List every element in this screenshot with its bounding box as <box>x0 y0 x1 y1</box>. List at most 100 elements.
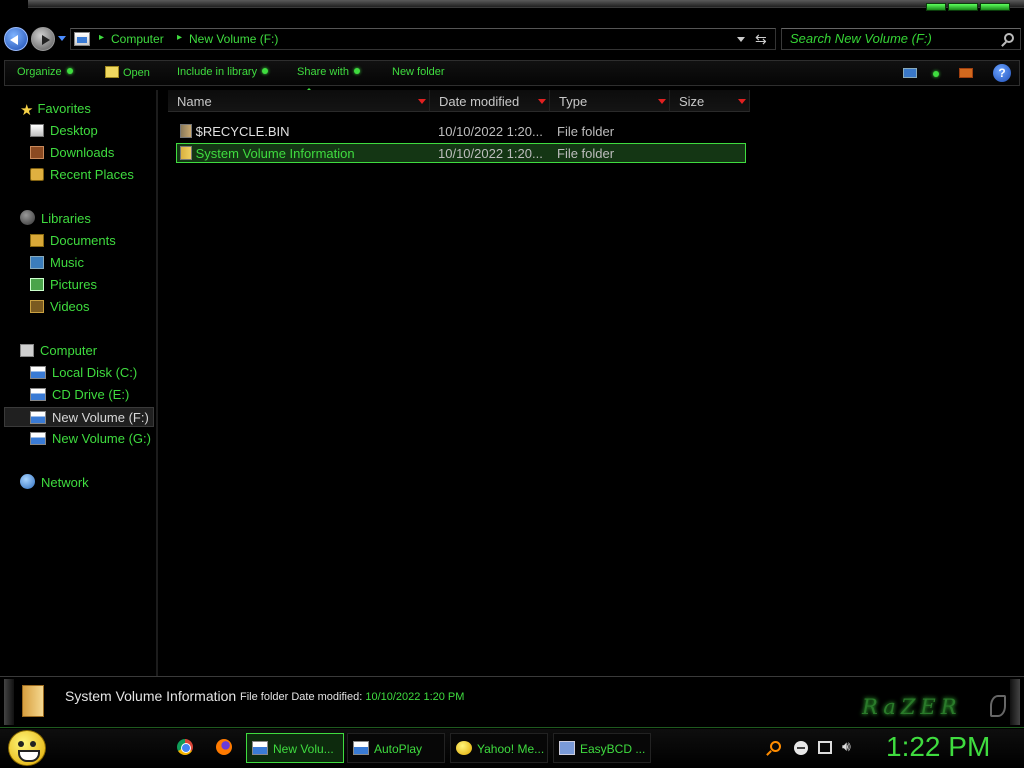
nav-documents-label: Documents <box>50 233 116 248</box>
open-button[interactable]: Open <box>105 66 150 79</box>
address-dropdown-icon[interactable] <box>737 37 745 42</box>
nav-new-volume-g[interactable]: New Volume (G:) <box>30 429 151 449</box>
task-label: Yahoo! Me... <box>477 742 545 756</box>
help-icon[interactable]: ? <box>993 64 1011 82</box>
search-input[interactable] <box>790 31 1000 46</box>
breadcrumb-computer[interactable]: Computer <box>111 32 164 46</box>
task-autoplay[interactable]: AutoPlay <box>347 733 445 763</box>
column-header-date[interactable]: Date modified <box>430 90 550 112</box>
include-in-library-button[interactable]: Include in library <box>177 66 269 78</box>
share-with-button[interactable]: Share with <box>297 66 360 78</box>
view-options-dropdown[interactable] <box>928 69 939 81</box>
videos-icon <box>30 300 44 313</box>
razer-snake-icon <box>990 695 1006 717</box>
refresh-icon[interactable]: ⇆ <box>755 31 767 48</box>
command-bar: Organize Open Include in library Share w… <box>4 60 1020 86</box>
nav-cd-drive-e[interactable]: CD Drive (E:) <box>30 385 129 405</box>
task-label: EasyBCD ... <box>580 742 646 756</box>
task-explorer[interactable]: New Volu... <box>246 733 344 763</box>
nav-downloads[interactable]: Downloads <box>30 143 114 163</box>
maximize-button[interactable] <box>948 3 978 11</box>
back-button[interactable] <box>4 27 28 51</box>
file-name-cell: System Volume Information <box>180 144 355 164</box>
task-easybcd[interactable]: EasyBCD ... <box>553 733 651 763</box>
nav-new-volume-g-label: New Volume (G:) <box>52 431 151 446</box>
column-header-date-label: Date modified <box>439 94 520 109</box>
clock[interactable]: 1:22 PM <box>886 731 990 763</box>
file-name-cell: $RECYCLE.BIN <box>180 122 290 142</box>
navigation-pane[interactable]: ★ Favorites Desktop Downloads Recent Plac… <box>0 90 158 676</box>
forward-button[interactable] <box>31 27 55 51</box>
file-list[interactable]: Name Date modified Type Size $RECYCLE.BI… <box>160 88 1024 676</box>
titlebar-ridge <box>28 0 1024 8</box>
file-type: File folder <box>557 124 615 139</box>
nav-music[interactable]: Music <box>30 253 84 273</box>
chrome-icon[interactable] <box>177 739 193 755</box>
new-folder-button[interactable]: New folder <box>392 66 445 78</box>
network-tray-icon[interactable] <box>818 741 832 754</box>
tray-search-icon[interactable] <box>770 741 781 752</box>
nav-desktop-label: Desktop <box>50 123 98 138</box>
window-titlebar[interactable] <box>0 0 1024 26</box>
drive-icon <box>74 32 90 46</box>
details-pane: System Volume Information File folder Da… <box>0 676 1024 728</box>
preview-pane-icon[interactable] <box>959 68 973 78</box>
nav-computer-label: Computer <box>40 343 98 358</box>
file-row[interactable]: System Volume Information 10/10/2022 1:2… <box>176 143 746 163</box>
breadcrumb-current[interactable]: New Volume (F:) <box>189 32 278 46</box>
nav-pictures[interactable]: Pictures <box>30 275 97 295</box>
nav-downloads-label: Downloads <box>50 145 115 160</box>
column-filter-icon[interactable] <box>658 99 666 104</box>
nav-computer[interactable]: Computer <box>20 341 97 361</box>
nav-favorites[interactable]: ★ Favorites <box>20 99 91 119</box>
nav-libraries[interactable]: Libraries <box>20 209 91 229</box>
nav-network[interactable]: Network <box>20 473 89 493</box>
column-filter-icon[interactable] <box>738 99 746 104</box>
open-folder-icon <box>105 66 119 78</box>
music-icon <box>30 256 44 269</box>
start-button[interactable] <box>8 730 46 766</box>
change-view-icon[interactable] <box>903 68 917 78</box>
column-filter-icon[interactable] <box>418 99 426 104</box>
search-icon[interactable] <box>1004 33 1014 43</box>
column-headers: Name Date modified Type Size <box>168 88 768 112</box>
file-row[interactable]: $RECYCLE.BIN 10/10/2022 1:20... File fol… <box>176 122 746 142</box>
easybcd-icon <box>559 741 575 755</box>
nav-recent-places[interactable]: Recent Places <box>30 165 134 185</box>
drive-icon <box>30 432 46 445</box>
nav-videos[interactable]: Videos <box>30 297 90 317</box>
nav-desktop[interactable]: Desktop <box>30 121 98 141</box>
breadcrumb-separator[interactable]: ▸ <box>177 32 182 43</box>
column-filter-icon[interactable] <box>538 99 546 104</box>
nav-cd-drive-e-label: CD Drive (E:) <box>52 387 130 402</box>
drive-icon <box>30 366 46 379</box>
details-date: 10/10/2022 1:20 PM <box>365 691 465 703</box>
address-row: ▸ Computer ▸ New Volume (F:) ⇆ <box>0 26 1024 54</box>
task-yahoo-messenger[interactable]: Yahoo! Me... <box>450 733 548 763</box>
tray-status-icon[interactable] <box>794 741 808 755</box>
breadcrumb-separator[interactable]: ▸ <box>99 32 104 43</box>
details-meta: File folder Date modified: 10/10/2022 1:… <box>240 691 464 703</box>
nav-documents[interactable]: Documents <box>30 231 116 251</box>
column-header-size[interactable]: Size <box>670 90 750 112</box>
nav-libraries-label: Libraries <box>41 211 91 226</box>
nav-music-label: Music <box>50 255 84 270</box>
dropdown-dot-icon <box>262 68 269 74</box>
computer-icon <box>20 344 34 357</box>
search-box[interactable] <box>781 28 1021 50</box>
pictures-icon <box>30 278 44 291</box>
desktop-icon <box>30 124 44 137</box>
nav-local-disk-c[interactable]: Local Disk (C:) <box>30 363 137 383</box>
close-button[interactable] <box>980 3 1010 11</box>
volume-icon[interactable]: 🔊︎ <box>842 738 851 755</box>
recent-pages-dropdown-icon[interactable] <box>58 36 66 41</box>
column-header-name[interactable]: Name <box>168 90 430 112</box>
firefox-icon[interactable] <box>216 739 232 755</box>
nav-new-volume-f[interactable]: New Volume (F:) <box>4 407 154 427</box>
column-header-type[interactable]: Type <box>550 90 670 112</box>
organize-button[interactable]: Organize <box>17 66 73 78</box>
star-icon: ★ <box>20 102 34 119</box>
address-bar[interactable]: ▸ Computer ▸ New Volume (F:) ⇆ <box>70 28 776 50</box>
minimize-button[interactable] <box>926 3 946 11</box>
drive-icon <box>30 411 46 424</box>
